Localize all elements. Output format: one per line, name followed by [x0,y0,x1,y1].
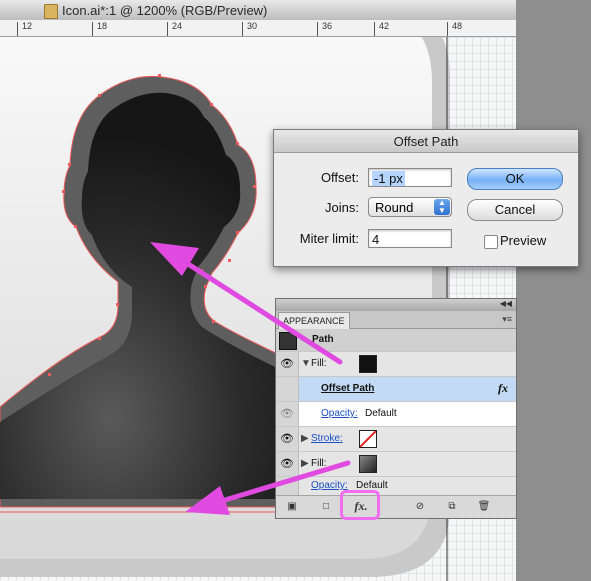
miter-limit-field[interactable]: 4 [368,229,452,248]
appearance-row-opacity[interactable]: Opacity: Default [276,477,516,496]
select-arrows-icon: ▲ ▼ [434,199,450,215]
horizontal-ruler[interactable]: 12 18 24 30 36 42 48 [0,20,516,37]
ruler-tick-label: 30 [247,21,258,31]
appearance-row-stroke[interactable]: 👁 ▶ Stroke: [276,427,516,452]
fill-gradient-swatch[interactable] [359,455,377,473]
duplicate-item-icon[interactable]: ⧉ [444,499,460,514]
visibility-column [276,477,299,495]
panel-footer: ▣ □ fx. ⊘ ⧉ 🗑 [276,495,516,518]
appearance-row-fill-gradient[interactable]: 👁 ▶ Fill: [276,452,516,477]
offset-path-effect-link[interactable]: Offset Path [321,383,374,394]
document-file-icon [44,4,58,19]
panel-tabbar: APPEARANCE ▾≡ [276,311,516,329]
appearance-panel: ◀◀ APPEARANCE ▾≡ Path 👁 ▼ Fill: Offset P… [275,298,517,519]
appearance-row-opacity[interactable]: 👁 Opacity: Default [276,402,516,427]
ruler-tick [17,22,18,36]
collapse-triangle-icon[interactable]: ▶ [301,433,309,444]
ruler-tick-label: 42 [379,21,390,31]
offset-field[interactable]: -1 px [368,168,452,187]
fill-swatch[interactable] [359,355,377,373]
visibility-column [276,377,299,401]
fill-label: Fill: [311,458,327,469]
joins-label: Joins: [325,200,359,215]
ruler-tick-label: 24 [172,21,183,31]
trash-icon[interactable]: 🗑 [476,499,492,514]
eye-icon[interactable]: 👁 [277,404,297,424]
cancel-button[interactable]: Cancel [467,199,563,221]
preview-label[interactable]: Preview [500,233,546,248]
eye-icon[interactable]: 👁 [277,454,297,474]
ruler-tick [447,22,448,36]
offset-value: -1 px [372,171,405,186]
appearance-row-offset-path[interactable]: Offset Path fx [276,377,516,402]
joins-value: Round [375,200,414,215]
ruler-tick [92,22,93,36]
panel-topbar[interactable]: ◀◀ [276,299,516,311]
clear-appearance-icon[interactable]: ⊘ [412,499,428,514]
fx-button-highlight [340,490,380,520]
ruler-tick-label: 48 [452,21,463,31]
eye-icon[interactable]: 👁 [277,429,297,449]
opacity-link[interactable]: Opacity: [311,480,348,491]
offset-label: Offset: [320,170,359,185]
ruler-tick-label: 12 [22,21,33,31]
appearance-row-fill[interactable]: 👁 ▼ Fill: [276,352,516,377]
joins-select[interactable]: Round ▲ ▼ [368,197,452,217]
object-row[interactable]: Path [276,329,516,352]
document-title: Icon.ai*:1 @ 1200% (RGB/Preview) [62,3,268,18]
eye-icon[interactable]: 👁 [277,354,297,374]
offset-path-dialog: Offset Path Offset: -1 px Joins: Round ▲… [273,129,579,267]
document-titlebar[interactable]: Icon.ai*:1 @ 1200% (RGB/Preview) [0,0,516,21]
fx-icon: fx [498,381,508,395]
right-gutter [516,0,591,581]
ruler-tick [167,22,168,36]
tab-appearance[interactable]: APPEARANCE [278,312,350,329]
opacity-value: Default [365,408,397,419]
panel-menu-icon[interactable]: ▾≡ [502,314,512,325]
preview-checkbox[interactable] [484,235,498,249]
collapse-triangle-icon[interactable]: ▶ [301,458,309,469]
opacity-link[interactable]: Opacity: [321,408,358,419]
add-new-fill-icon[interactable]: □ [318,499,334,514]
miter-limit-label: Miter limit: [299,231,359,246]
object-thumbnail [279,332,297,350]
expand-triangle-icon[interactable]: ▼ [301,358,311,369]
ruler-tick-label: 18 [97,21,108,31]
stroke-none-swatch[interactable] [359,430,377,448]
stroke-link[interactable]: Stroke: [311,433,343,444]
ruler-tick [317,22,318,36]
ruler-tick [374,22,375,36]
dialog-title: Offset Path [393,134,459,149]
collapse-panel-icon[interactable]: ◀◀ [500,299,512,308]
object-label: Path [312,334,334,345]
ruler-tick [242,22,243,36]
ruler-tick-label: 36 [322,21,333,31]
add-new-stroke-icon[interactable]: ▣ [284,499,300,514]
dialog-titlebar[interactable]: Offset Path [274,130,578,153]
none-slash-icon [360,431,376,447]
fill-label: Fill: [311,358,327,369]
ok-button[interactable]: OK [467,168,563,190]
